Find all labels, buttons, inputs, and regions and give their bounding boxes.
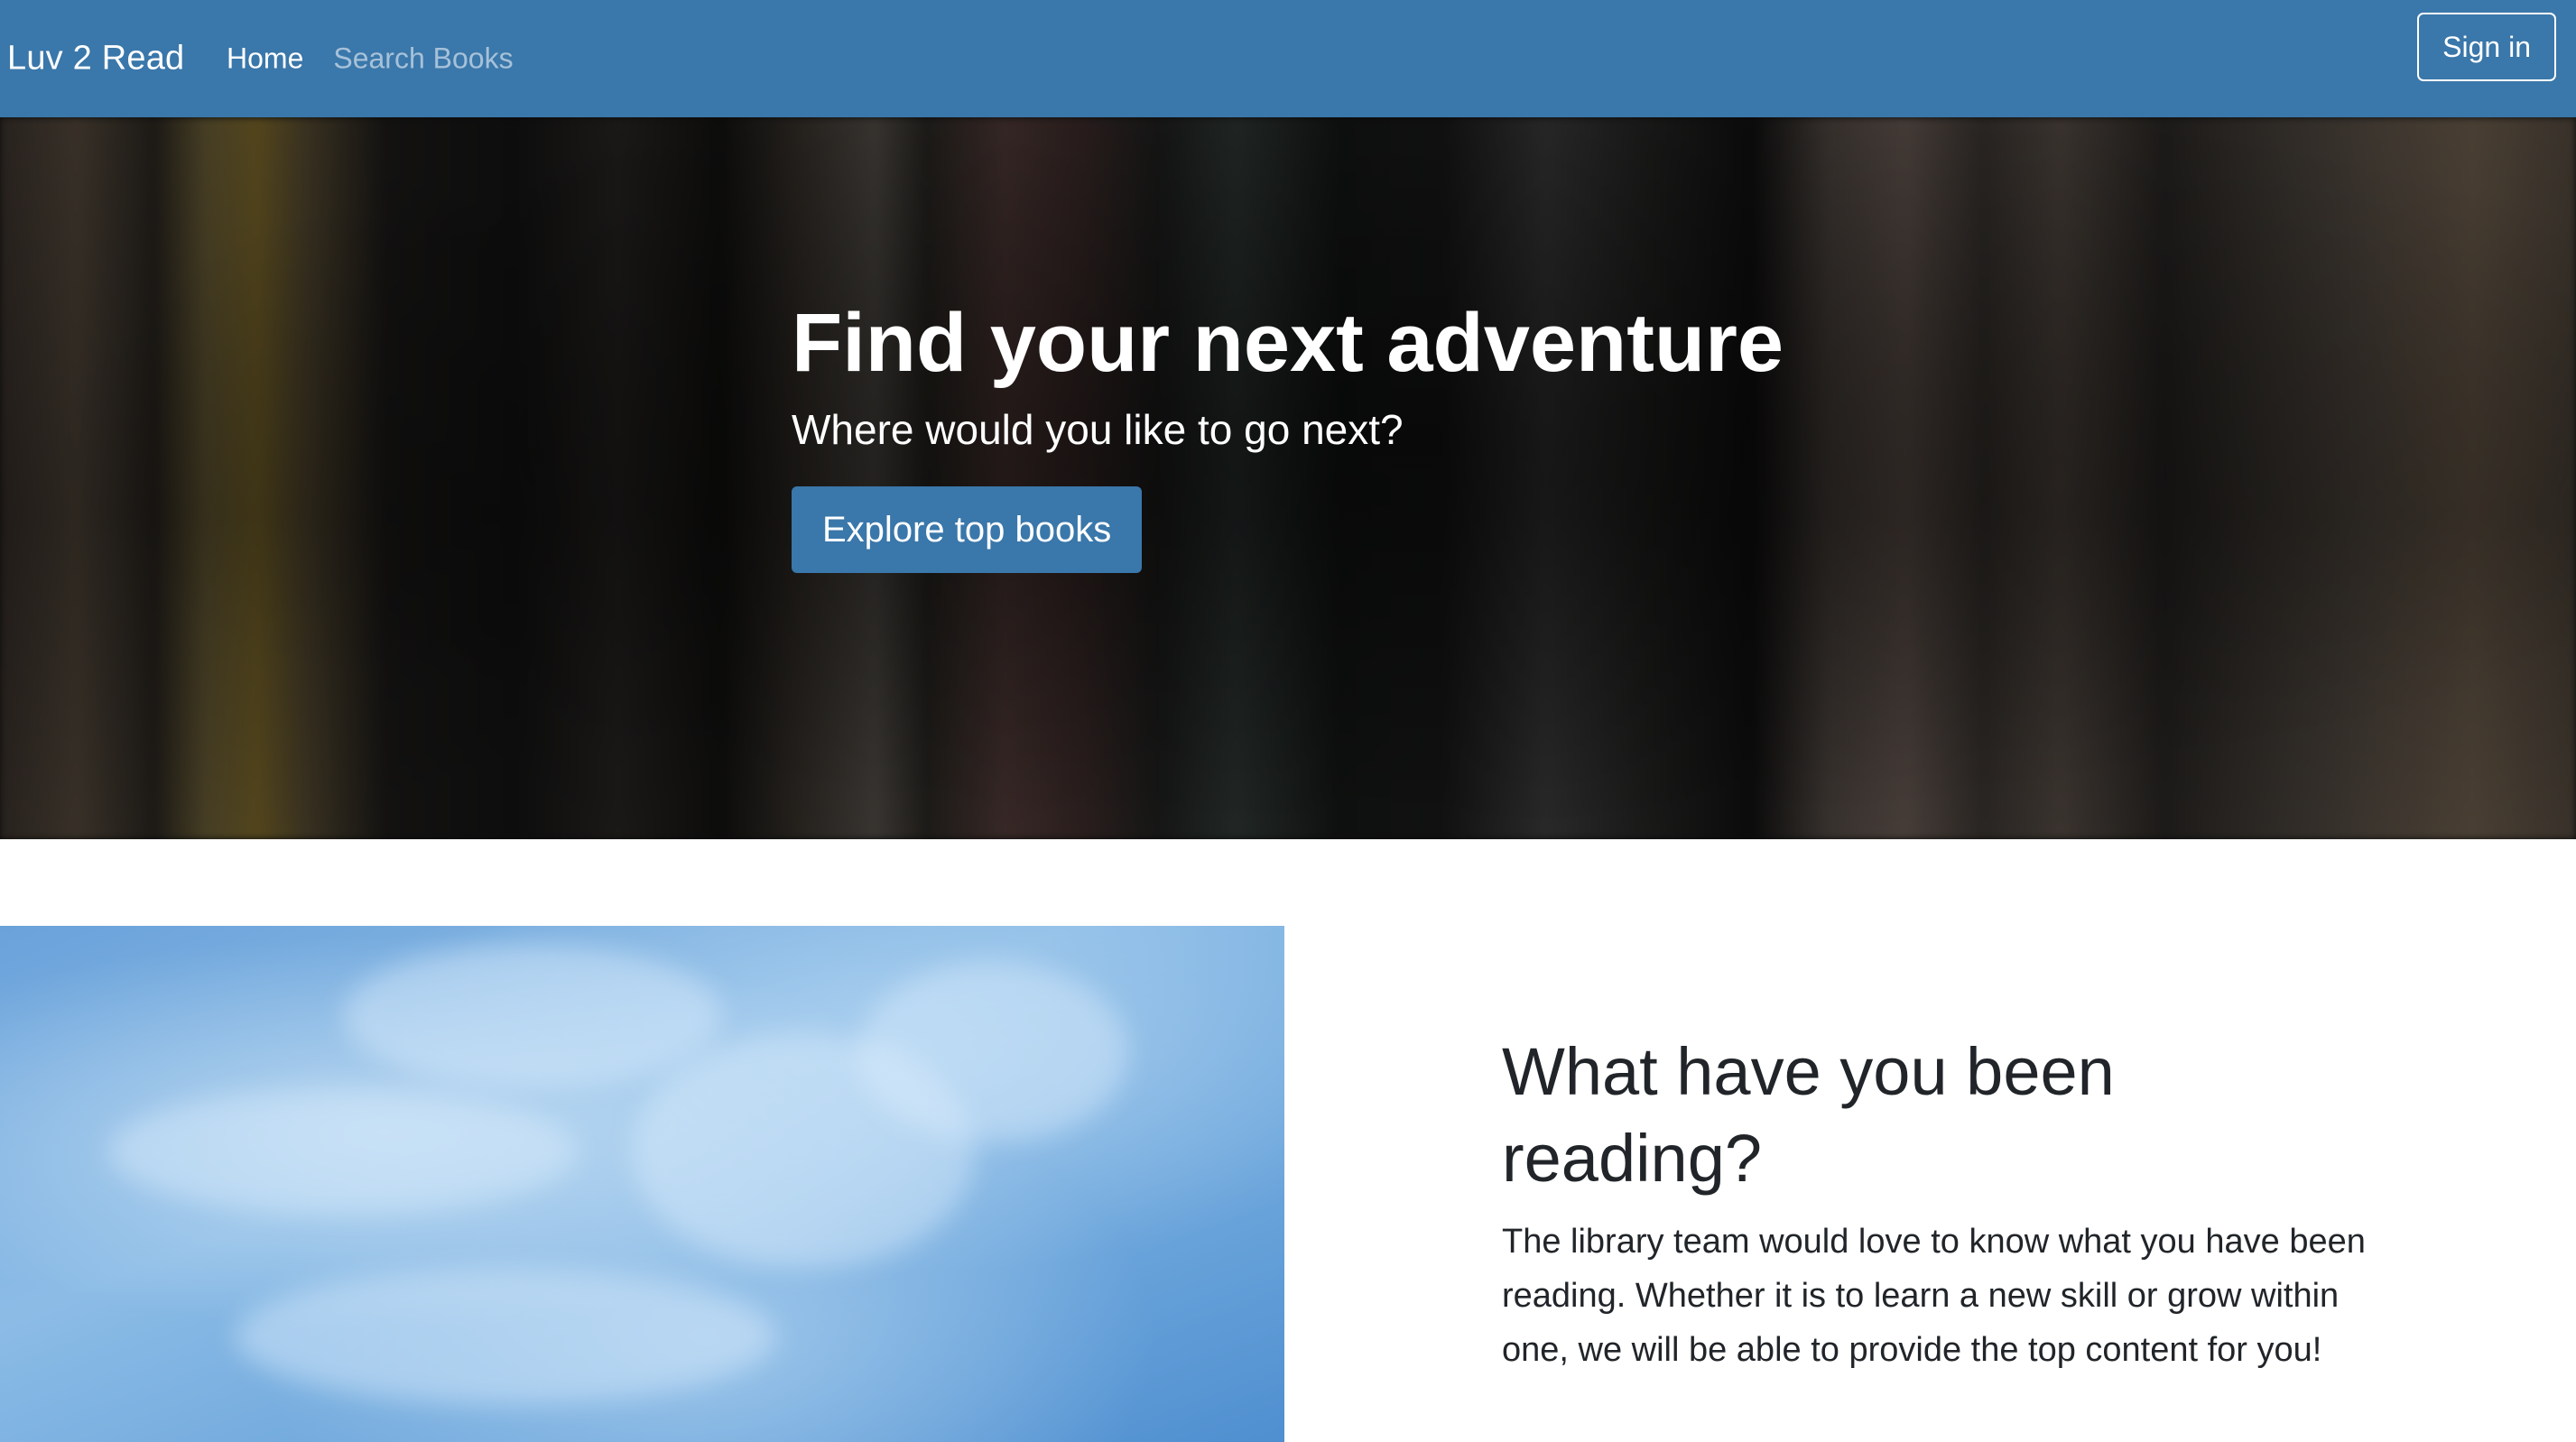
nav-link-search-books[interactable]: Search Books (333, 42, 513, 76)
feature-body: The library team would love to know what… (1502, 1223, 2366, 1370)
hero-section: Find your next adventure Where would you… (0, 117, 2576, 839)
sign-in-button[interactable]: Sign in (2417, 13, 2556, 81)
explore-top-books-button[interactable]: Explore top books (792, 486, 1143, 574)
sky-clouds-image (0, 926, 1284, 1442)
brand-logo-link[interactable]: Luv 2 Read (7, 40, 184, 79)
top-navbar: Luv 2 Read Home Search Books Sign in (0, 0, 2576, 117)
hero-subtitle: Where would you like to go next? (792, 406, 1404, 454)
hero-content: Find your next adventure Where would you… (792, 297, 1784, 574)
nav-links: Home Search Books (227, 42, 514, 76)
feature-text-block: What have you been reading? The library … (1502, 1029, 2386, 1377)
nav-link-home[interactable]: Home (227, 42, 303, 76)
feature-title: What have you been reading? (1502, 1034, 2115, 1197)
hero-title: Find your next adventure (792, 297, 1784, 389)
